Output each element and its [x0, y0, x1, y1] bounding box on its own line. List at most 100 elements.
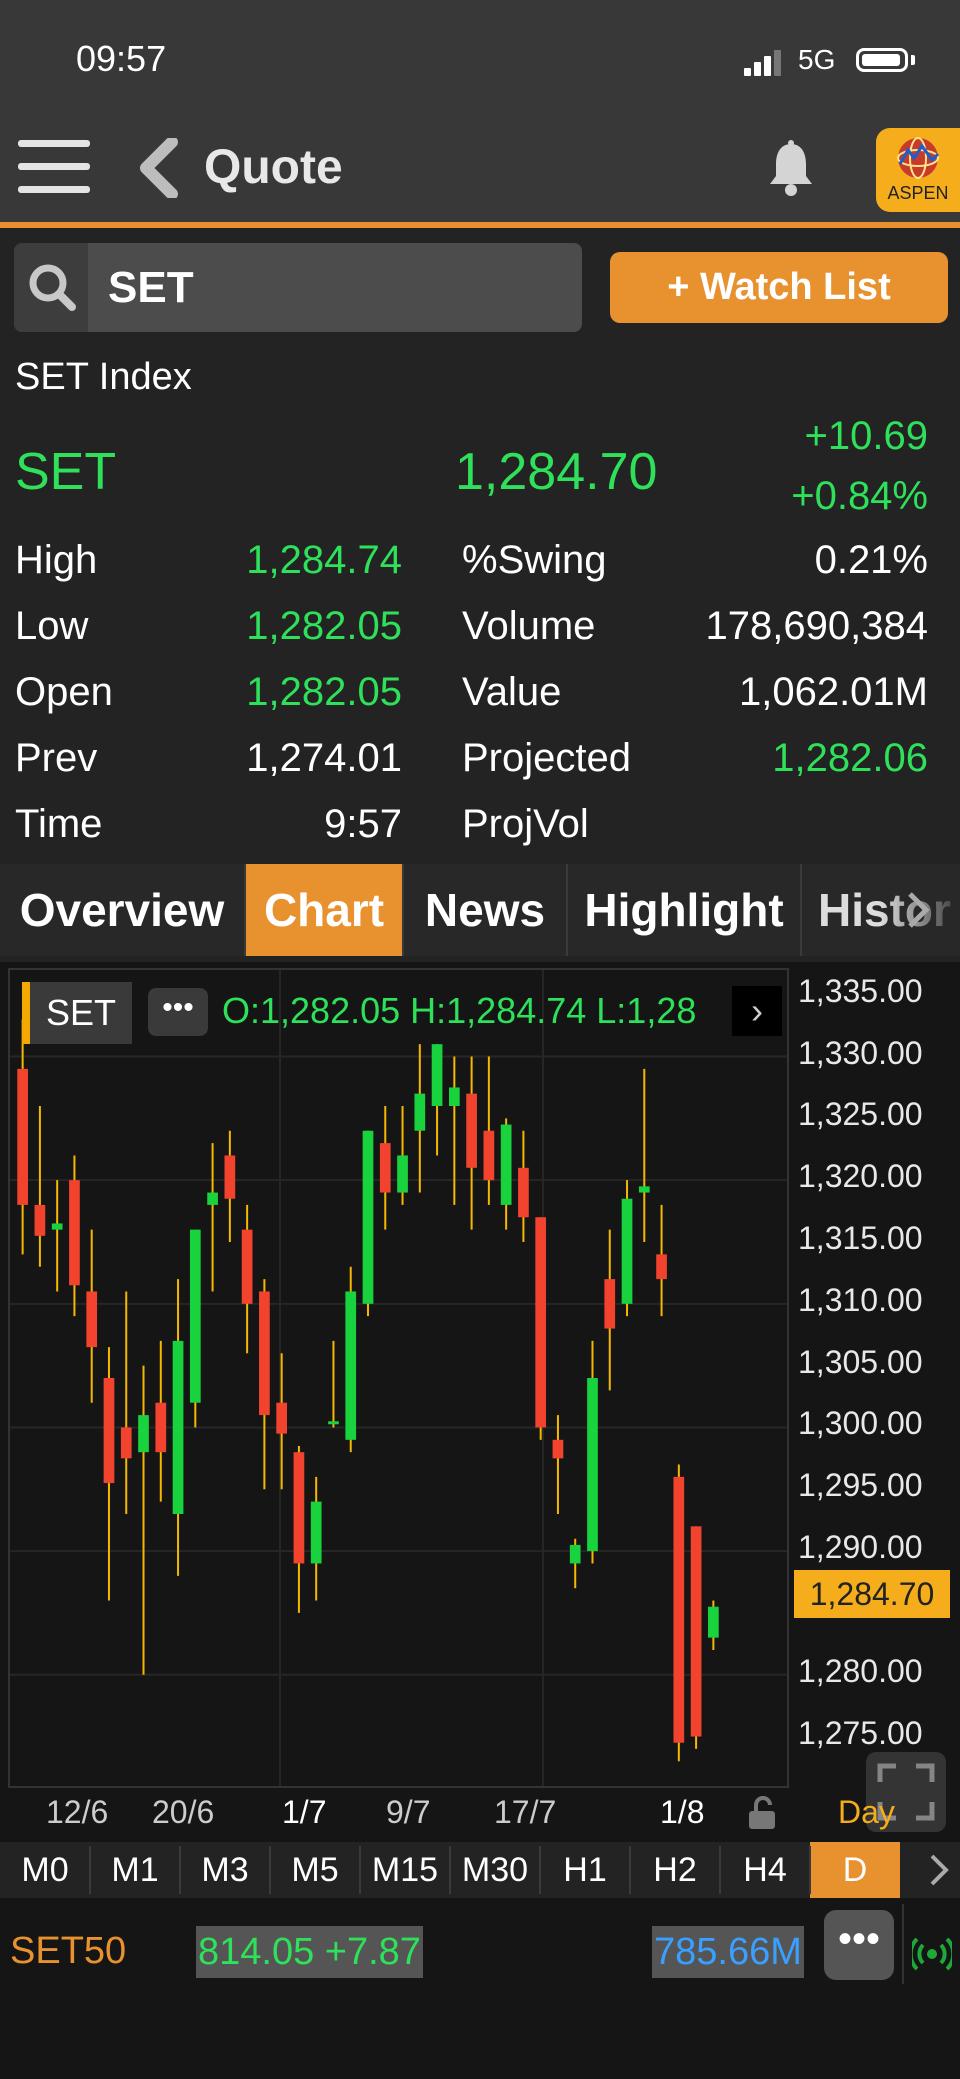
- candle: [17, 1019, 28, 1255]
- candle-body: [518, 1167, 529, 1218]
- candle-body: [189, 1229, 201, 1403]
- x-axis-label: 1/8: [660, 1794, 705, 1830]
- candle-body: [17, 1068, 28, 1205]
- low-label: Low: [15, 604, 89, 648]
- ticker-footer: [0, 1898, 960, 2079]
- tab-highlight[interactable]: Highlight: [568, 864, 800, 956]
- candle-body: [638, 1186, 650, 1193]
- swing-label: %Swing: [462, 538, 607, 582]
- candle: [414, 1044, 426, 1193]
- add-watchlist-button[interactable]: + Watch List: [610, 252, 948, 323]
- timeframe-separator: [539, 1846, 541, 1894]
- timeframe-m0[interactable]: M0: [0, 1842, 90, 1898]
- footer-volume: 785.66M: [652, 1926, 804, 1978]
- candle: [431, 1044, 443, 1156]
- timeframe-d[interactable]: D: [810, 1842, 900, 1898]
- timeframe-m30[interactable]: M30: [450, 1842, 540, 1898]
- ohlc-expand-icon[interactable]: ›: [732, 986, 782, 1036]
- candle-body: [155, 1402, 167, 1453]
- timeframe-m3[interactable]: M3: [180, 1842, 270, 1898]
- candle-body: [656, 1254, 667, 1280]
- timeframe-h2[interactable]: H2: [630, 1842, 720, 1898]
- symbol-search-input[interactable]: SET: [14, 243, 582, 332]
- candle: [138, 1365, 149, 1675]
- timeframe-separator: [449, 1846, 451, 1894]
- footer-symbol[interactable]: SET50: [10, 1930, 126, 1973]
- candle-body: [276, 1402, 288, 1434]
- signal-icon: [744, 50, 781, 76]
- y-axis-label: 1,305.00: [798, 1343, 923, 1380]
- volume-value: 178,690,384: [705, 604, 928, 648]
- value-label: Value: [462, 670, 562, 714]
- tab-chart[interactable]: Chart: [246, 864, 402, 956]
- candle: [569, 1538, 581, 1589]
- value-value: 1,062.01M: [738, 670, 928, 714]
- timeframe-separator: [359, 1846, 361, 1894]
- candle: [103, 1347, 115, 1601]
- time-label: Time: [15, 802, 103, 846]
- aspen-logo[interactable]: ASPEN: [876, 128, 960, 212]
- candle: [638, 1068, 650, 1242]
- y-axis-label: 1,315.00: [798, 1220, 923, 1256]
- candle: [293, 1446, 305, 1613]
- candle-body: [431, 1044, 443, 1106]
- timeframe-m15[interactable]: M15: [360, 1842, 450, 1898]
- open-label: Open: [15, 670, 113, 714]
- candle: [224, 1130, 236, 1242]
- timeframe-m5[interactable]: M5: [270, 1842, 360, 1898]
- candle: [587, 1340, 598, 1564]
- search-icon-container: [14, 243, 88, 332]
- candle-body: [466, 1093, 477, 1168]
- timeframe-m1[interactable]: M1: [90, 1842, 180, 1898]
- tab-overview[interactable]: Overview: [0, 864, 244, 956]
- timeframe-separator: [179, 1846, 181, 1894]
- candle-body: [569, 1544, 581, 1564]
- projvol-label: ProjVol: [462, 802, 589, 846]
- candle: [172, 1279, 184, 1576]
- high-label: High: [15, 538, 98, 582]
- candle-body: [86, 1291, 98, 1348]
- candle: [345, 1266, 357, 1453]
- candle-body: [293, 1452, 305, 1564]
- tabs-scroll-right-icon[interactable]: [902, 890, 932, 930]
- candle: [379, 1106, 391, 1230]
- chart-options-button[interactable]: •••: [148, 988, 208, 1036]
- candle-body: [69, 1180, 80, 1286]
- time-value: 9:57: [324, 802, 402, 846]
- footer-value: 814.05 +7.87: [196, 1926, 423, 1978]
- candle-body: [535, 1217, 547, 1428]
- hamburger-menu-icon[interactable]: [18, 140, 90, 202]
- candle-body: [34, 1204, 46, 1236]
- candle: [500, 1118, 512, 1230]
- timeframe-h4[interactable]: H4: [720, 1842, 810, 1898]
- candle: [328, 1340, 339, 1428]
- header-divider: [0, 222, 960, 228]
- prev-label: Prev: [15, 736, 98, 780]
- tab-news[interactable]: News: [404, 864, 566, 956]
- timeframe-separator: [89, 1846, 91, 1894]
- y-axis-label: 1,330.00: [798, 1034, 923, 1071]
- open-value: 1,282.05: [246, 670, 402, 714]
- candle-body: [690, 1526, 702, 1737]
- back-chevron-icon[interactable]: [136, 138, 180, 198]
- network-label: 5G: [798, 44, 836, 75]
- y-axis-label: 1,335.00: [798, 972, 923, 1009]
- bell-icon[interactable]: [766, 140, 816, 196]
- footer-more-button[interactable]: •••: [824, 1910, 894, 1980]
- chart-period-label: Day: [838, 1794, 895, 1830]
- candle-body: [310, 1501, 322, 1564]
- x-axis-label: 1/7: [282, 1794, 327, 1830]
- candlestick-chart: [10, 970, 787, 1786]
- timeframe-h1[interactable]: H1: [540, 1842, 630, 1898]
- chart-plot[interactable]: [8, 968, 789, 1788]
- candle: [466, 1056, 477, 1230]
- candle: [120, 1291, 132, 1514]
- candle-body: [259, 1291, 270, 1416]
- lock-open-icon[interactable]: [746, 1796, 778, 1830]
- timeframe-scroll-right-icon[interactable]: [924, 1852, 954, 1888]
- search-value: SET: [108, 263, 194, 312]
- chart-symbol-chip[interactable]: SET: [22, 982, 132, 1044]
- candle-body: [604, 1279, 616, 1329]
- candle-body: [328, 1421, 339, 1425]
- timeframe-separator: [719, 1846, 721, 1894]
